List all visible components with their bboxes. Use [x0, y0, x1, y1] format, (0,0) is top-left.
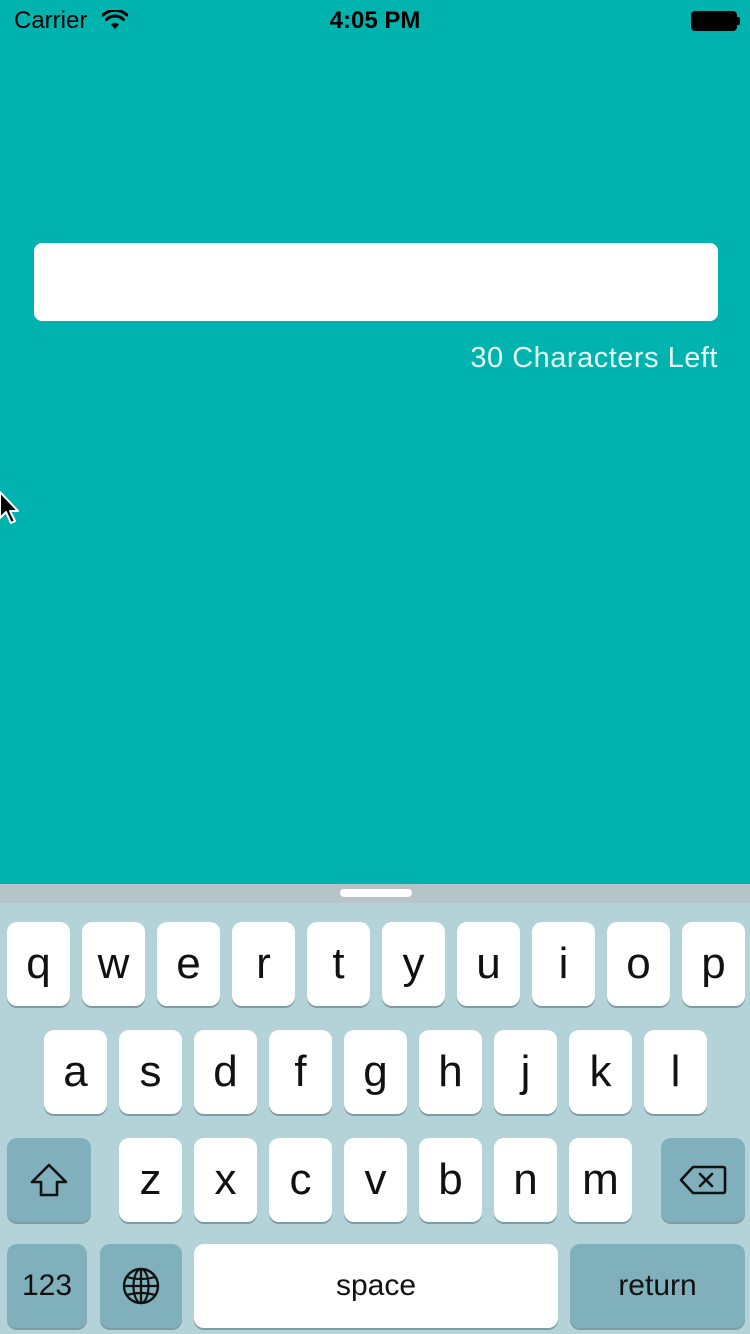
- key-l[interactable]: l: [644, 1030, 707, 1114]
- key-w[interactable]: w: [82, 922, 145, 1006]
- key-r[interactable]: r: [232, 922, 295, 1006]
- return-key[interactable]: return: [570, 1244, 745, 1328]
- shift-key[interactable]: [7, 1138, 91, 1222]
- numbers-key[interactable]: 123: [7, 1244, 87, 1328]
- key-j[interactable]: j: [494, 1030, 557, 1114]
- mouse-pointer-icon: [0, 491, 19, 524]
- key-v[interactable]: v: [344, 1138, 407, 1222]
- key-u[interactable]: u: [457, 922, 520, 1006]
- key-t[interactable]: t: [307, 922, 370, 1006]
- shift-icon: [30, 1163, 68, 1197]
- key-d[interactable]: d: [194, 1030, 257, 1114]
- keyboard-grabber[interactable]: [340, 889, 412, 897]
- key-p[interactable]: p: [682, 922, 745, 1006]
- status-bar: Carrier 4:05 PM: [0, 0, 750, 40]
- key-n[interactable]: n: [494, 1138, 557, 1222]
- key-c[interactable]: c: [269, 1138, 332, 1222]
- globe-key[interactable]: [100, 1244, 182, 1328]
- space-key[interactable]: space: [194, 1244, 558, 1328]
- key-b[interactable]: b: [419, 1138, 482, 1222]
- keyboard: q w e r t y u i o p a s d f g h j k l z …: [0, 884, 750, 1334]
- text-input[interactable]: [34, 243, 718, 321]
- key-k[interactable]: k: [569, 1030, 632, 1114]
- backspace-key[interactable]: [661, 1138, 745, 1222]
- backspace-icon: [679, 1165, 727, 1195]
- keyboard-top-band: [0, 884, 750, 903]
- key-y[interactable]: y: [382, 922, 445, 1006]
- key-z[interactable]: z: [119, 1138, 182, 1222]
- key-o[interactable]: o: [607, 922, 670, 1006]
- key-i[interactable]: i: [532, 922, 595, 1006]
- key-h[interactable]: h: [419, 1030, 482, 1114]
- characters-left-label: 30 Characters Left: [470, 342, 718, 374]
- key-f[interactable]: f: [269, 1030, 332, 1114]
- globe-icon: [122, 1267, 160, 1305]
- key-g[interactable]: g: [344, 1030, 407, 1114]
- key-a[interactable]: a: [44, 1030, 107, 1114]
- key-m[interactable]: m: [569, 1138, 632, 1222]
- key-s[interactable]: s: [119, 1030, 182, 1114]
- key-q[interactable]: q: [7, 922, 70, 1006]
- key-x[interactable]: x: [194, 1138, 257, 1222]
- clock: 4:05 PM: [329, 7, 421, 34]
- battery-icon: [691, 11, 741, 31]
- key-e[interactable]: e: [157, 922, 220, 1006]
